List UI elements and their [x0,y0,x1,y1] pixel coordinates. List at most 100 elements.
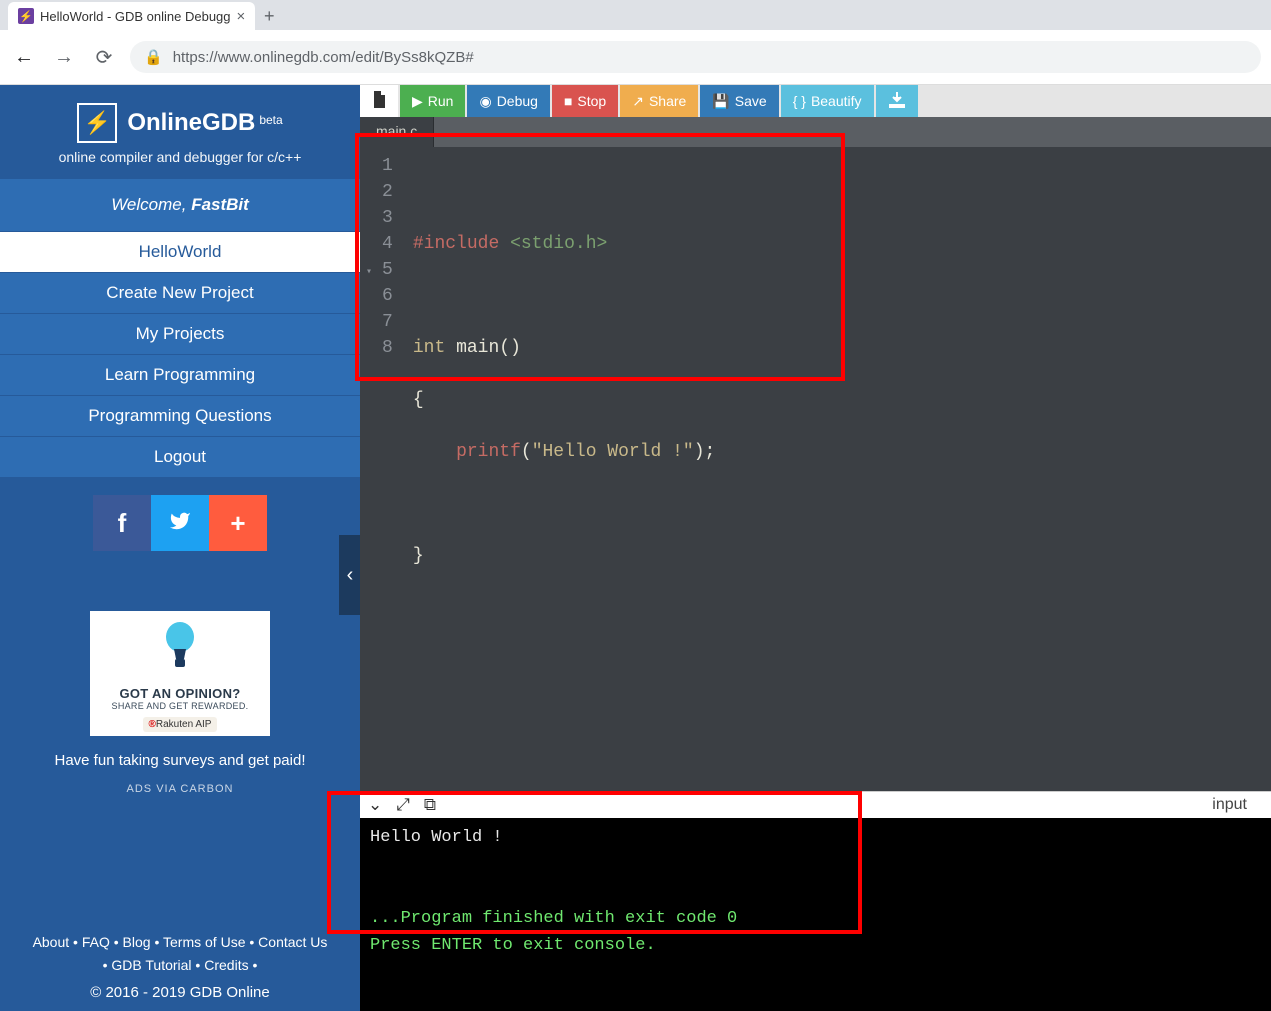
copyright: © 2016 - 2019 GDB Online [0,980,360,1011]
url-field[interactable]: 🔒 https://www.onlinegdb.com/edit/BySs8kQ… [130,41,1261,73]
tab-title: HelloWorld - GDB online Debugg [40,9,231,24]
debug-label: Debug [497,93,538,109]
brand-name: OnlineGDB [127,109,255,136]
debug-button[interactable]: ◉ Debug [467,85,549,117]
close-icon[interactable]: × [237,8,246,25]
sidebar-item-label: Create New Project [106,283,253,302]
footer-link-about[interactable]: About [33,934,70,950]
ad-sub: SHARE AND GET REWARDED. [96,701,264,711]
editor[interactable]: 1 2 3 4 5 6 7 8 #include <stdio.h> int m… [360,147,1271,791]
sidebar-item-learn-programming[interactable]: Learn Programming [0,354,360,395]
line-number: 5 [376,257,393,283]
reload-button[interactable]: ⟳ [90,43,118,71]
back-button[interactable]: ← [10,43,38,71]
forward-button[interactable]: → [50,43,78,71]
toolbar: ▶ Run ◉ Debug ■ Stop ↗ Share 💾 Save { } Beauti… [360,85,1271,117]
console-output[interactable]: Hello World ! ...Program finished with e… [360,818,1271,1011]
console-status-line: Press ENTER to exit console. [370,936,656,955]
new-file-button[interactable] [360,85,398,117]
file-icon [372,91,386,112]
line-number: 2 [376,179,393,205]
share-label: Share [649,93,686,109]
line-number: 6 [376,283,393,309]
save-button[interactable]: 💾 Save [700,85,778,117]
sidebar-item-label: My Projects [136,324,225,343]
file-tab-main-c[interactable]: main.c [360,117,434,147]
copy-icon[interactable]: ⧉ [424,795,436,815]
stop-label: Stop [577,93,606,109]
browser-tab[interactable]: ⚡ HelloWorld - GDB online Debugg × [8,2,255,30]
input-label[interactable]: input [1212,796,1263,814]
play-icon: ▶ [412,93,423,110]
file-tabs: main.c [360,117,1271,147]
expand-icon[interactable]: ⤢ [396,795,410,815]
footer-link-credits[interactable]: Credits [204,957,248,973]
ads-via-label[interactable]: ADS VIA CARBON [0,783,360,795]
ad-text[interactable]: Have fun taking surveys and get paid! [0,752,360,769]
brand-badge: beta [259,113,282,127]
social-row: f + [0,477,360,561]
sidebar: ⚡ OnlineGDBbeta online compiler and debu… [0,85,360,1011]
save-label: Save [735,93,767,109]
ad-card[interactable]: GOT AN OPINION? SHARE AND GET REWARDED. … [90,611,270,736]
sidebar-item-label: Learn Programming [105,365,255,384]
debug-icon: ◉ [479,93,491,110]
download-icon [888,92,906,111]
braces-icon: { } [793,93,806,109]
line-number: 8 [376,335,393,361]
save-icon: 💾 [712,93,729,110]
sidebar-item-label: Programming Questions [88,406,271,425]
sidebar-item-my-projects[interactable]: My Projects [0,313,360,354]
browser-address-bar: ← → ⟳ 🔒 https://www.onlinegdb.com/edit/B… [0,30,1271,85]
share-button[interactable]: ↗ Share [620,85,698,117]
brand-tagline: online compiler and debugger for c/c++ [10,149,350,165]
ad-headline: GOT AN OPINION? [96,686,264,701]
sidebar-item-create-new-project[interactable]: Create New Project [0,272,360,313]
share-icon: ↗ [632,93,644,110]
beautify-button[interactable]: { } Beautify [781,85,874,117]
new-tab-button[interactable]: + [255,2,283,30]
stop-button[interactable]: ■ Stop [552,85,618,117]
tab-favicon-icon: ⚡ [18,8,34,24]
lightbulb-icon [160,619,200,675]
line-number: 1 [376,153,393,179]
footer-link-contact[interactable]: Contact Us [258,934,327,950]
plus-icon: + [230,508,245,539]
line-number: 3 [376,205,393,231]
console-output-line: Hello World ! [370,828,503,847]
console-panel: ⌄ ⤢ ⧉ input Hello World ! ...Program fin… [360,791,1271,1011]
sidebar-item-helloworld[interactable]: HelloWorld [0,231,360,272]
chevron-left-icon: ‹ [347,564,354,587]
url-text: https://www.onlinegdb.com/edit/BySs8kQZB… [173,49,474,66]
download-button[interactable] [876,85,918,117]
beautify-label: Beautify [811,93,862,109]
line-number: 4 [376,231,393,257]
collapse-sidebar-button[interactable]: ‹ [339,535,361,615]
facebook-button[interactable]: f [93,495,151,551]
code-lines[interactable]: #include <stdio.h> int main() { printf("… [403,147,725,791]
footer-link-faq[interactable]: FAQ [82,934,110,950]
run-label: Run [428,93,454,109]
line-number: 7 [376,309,393,335]
twitter-button[interactable] [151,495,209,551]
brand-box: ⚡ OnlineGDBbeta online compiler and debu… [0,85,360,179]
sidebar-item-logout[interactable]: Logout [0,436,360,477]
console-header: ⌄ ⤢ ⧉ input [360,791,1271,818]
run-button[interactable]: ▶ Run [400,85,465,117]
facebook-icon: f [118,508,127,539]
chevron-down-icon[interactable]: ⌄ [368,795,382,815]
ad-area: GOT AN OPINION? SHARE AND GET REWARDED. … [0,611,360,795]
console-status-line: ...Program finished with exit code 0 [370,909,737,928]
footer-link-gdb-tutorial[interactable]: GDB Tutorial [111,957,191,973]
footer-link-terms[interactable]: Terms of Use [163,934,245,950]
line-gutter: 1 2 3 4 5 6 7 8 [360,147,403,791]
ad-pill: ®Rakuten AIP [143,717,218,732]
sidebar-item-label: Logout [154,447,206,466]
share-more-button[interactable]: + [209,495,267,551]
welcome-banner: Welcome, FastBit [0,179,360,231]
welcome-prefix: Welcome, [111,195,191,214]
sidebar-item-programming-questions[interactable]: Programming Questions [0,395,360,436]
stop-icon: ■ [564,93,572,109]
welcome-user: FastBit [191,195,249,214]
footer-link-blog[interactable]: Blog [123,934,151,950]
